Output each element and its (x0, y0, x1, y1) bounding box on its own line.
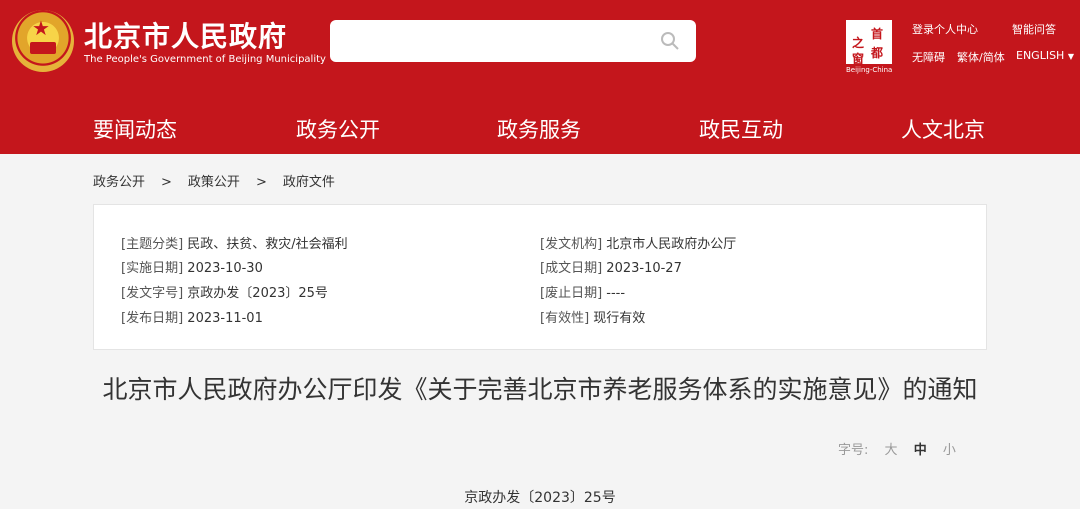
breadcrumb-item[interactable]: 政务公开 (93, 171, 145, 190)
capital-logo-char: 首 (871, 27, 884, 41)
site-title[interactable]: 北京市人民政府 (84, 15, 287, 55)
national-emblem-icon: ★ (12, 10, 74, 72)
smart-qa-link[interactable]: 智能问答 (1012, 21, 1056, 37)
font-size-large[interactable]: 大 (885, 443, 898, 458)
nav-item-culture[interactable]: 人文北京 (901, 114, 985, 144)
capital-window-logo[interactable]: 首 之 都 窗 Beijing-China (846, 20, 892, 74)
chevron-down-icon: ▼ (1067, 52, 1074, 61)
breadcrumb-item[interactable]: 政策公开 (188, 171, 240, 190)
document-title: 北京市人民政府办公厅印发《关于完善北京市养老服务体系的实施意见》的通知 (102, 375, 978, 404)
document-number: 京政办发〔2023〕25号 (464, 490, 616, 506)
meta-value: 民政、扶贫、救灾/社会福利 (187, 237, 348, 252)
meta-key: [实施日期] (121, 261, 184, 276)
meta-key: [发文字号] (121, 286, 184, 301)
meta-written-date: [成文日期] 2023-10-27 (540, 257, 682, 276)
meta-key: [成文日期] (540, 261, 603, 276)
meta-key: [发文机构] (540, 237, 603, 252)
breadcrumb-separator: > (255, 175, 267, 190)
capital-logo-caption: Beijing-China (846, 66, 893, 74)
meta-doc-number: [发文字号] 京政办发〔2023〕25号 (121, 282, 328, 301)
meta-key: [废止日期] (540, 286, 603, 301)
meta-value: 2023-11-01 (187, 311, 263, 326)
english-label: ENGLISH (1016, 49, 1065, 62)
font-size-label: 字号: (838, 443, 869, 458)
breadcrumb-item[interactable]: 政府文件 (283, 171, 335, 190)
search-icon[interactable] (660, 31, 680, 51)
meta-publish-date: [发布日期] 2023-11-01 (121, 307, 263, 326)
meta-validity: [有效性] 现行有效 (540, 307, 645, 326)
nav-item-services[interactable]: 政务服务 (497, 114, 581, 144)
login-link[interactable]: 登录个人中心 (912, 21, 978, 37)
font-size-switcher: 字号: 大 中 小 (838, 439, 956, 458)
capital-logo-char: 之 (852, 36, 865, 50)
document-metadata: [主题分类] 民政、扶贫、救灾/社会福利 [实施日期] 2023-10-30 [… (93, 204, 987, 350)
meta-value: 2023-10-30 (187, 261, 263, 276)
meta-value: 京政办发〔2023〕25号 (187, 286, 328, 301)
capital-logo-char: 窗 (852, 52, 865, 66)
meta-effective-date: [实施日期] 2023-10-30 (121, 257, 263, 276)
meta-key: [发布日期] (121, 311, 184, 326)
meta-issuing-body: [发文机构] 北京市人民政府办公厅 (540, 233, 736, 252)
site-subtitle: The People's Government of Beijing Munic… (84, 54, 326, 65)
main-nav: 要闻动态 政务公开 政务服务 政民互动 人文北京 (0, 100, 1080, 154)
nav-item-news[interactable]: 要闻动态 (93, 114, 177, 144)
meta-value: ---- (606, 286, 626, 301)
meta-value: 2023-10-27 (606, 261, 682, 276)
breadcrumb-separator: > (161, 175, 172, 190)
meta-value: 北京市人民政府办公厅 (606, 237, 737, 252)
breadcrumb: 政务公开 > 政策公开 > 政府文件 (93, 171, 335, 190)
site-header: ★ 北京市人民政府 The People's Government of Bei… (0, 0, 1080, 100)
nav-item-gov-affairs[interactable]: 政务公开 (296, 114, 380, 144)
traditional-simplified-link[interactable]: 繁体/简体 (957, 49, 1005, 65)
search-box[interactable] (330, 20, 696, 62)
meta-repeal-date: [废止日期] ---- (540, 282, 625, 301)
meta-topic: [主题分类] 民政、扶贫、救灾/社会福利 (121, 233, 348, 252)
accessibility-link[interactable]: 无障碍 (912, 49, 945, 65)
capital-logo-char: 都 (871, 46, 884, 60)
nav-item-interaction[interactable]: 政民互动 (699, 114, 783, 144)
english-dropdown[interactable]: ENGLISH ▼ (1016, 49, 1074, 62)
meta-value: 现行有效 (593, 311, 646, 326)
font-size-medium[interactable]: 中 (914, 443, 927, 458)
font-size-small[interactable]: 小 (943, 443, 956, 458)
meta-key: [主题分类] (121, 237, 184, 252)
meta-key: [有效性] (540, 311, 590, 326)
